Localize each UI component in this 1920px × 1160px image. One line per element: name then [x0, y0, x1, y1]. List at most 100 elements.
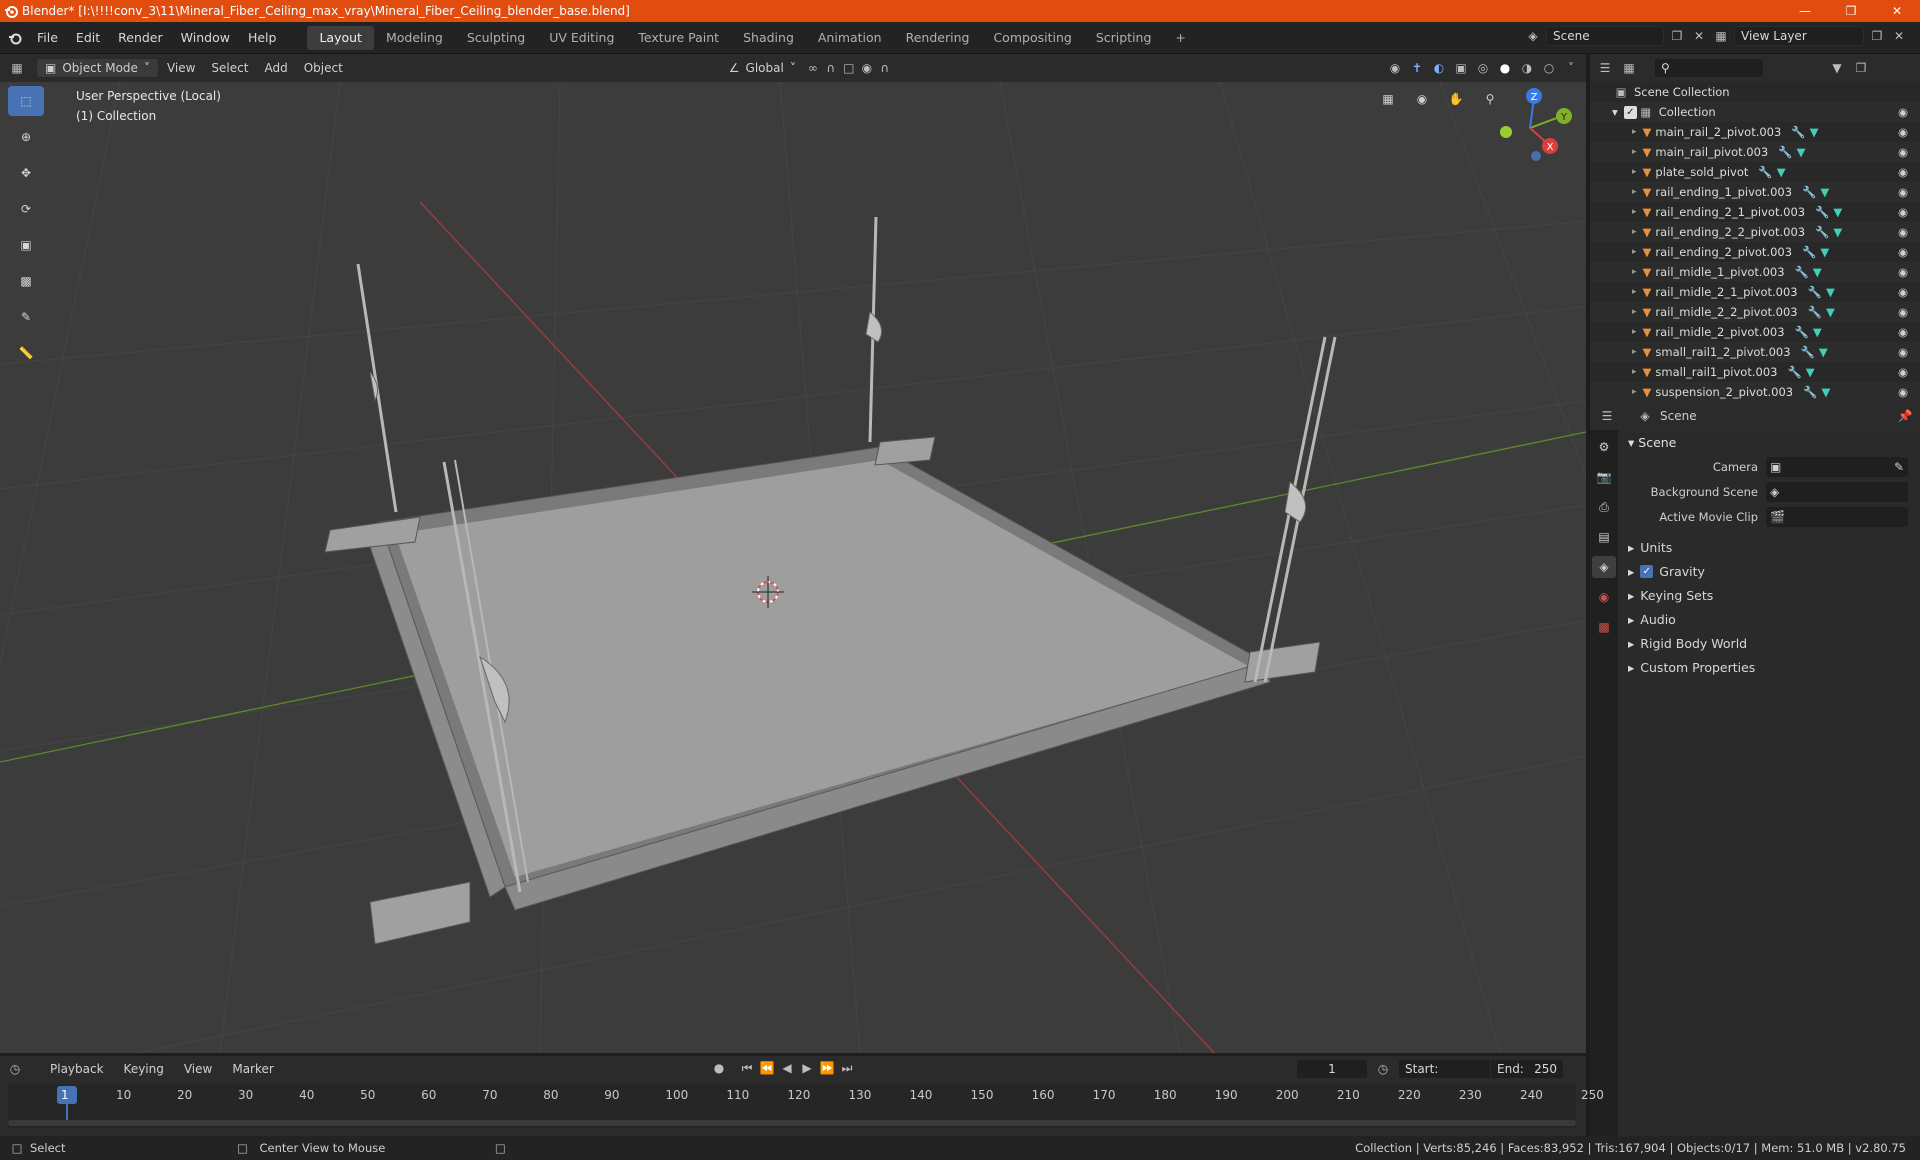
audio-subpanel[interactable]: ▸ Audio [1620, 607, 1920, 631]
chevron-right-icon[interactable]: ▸ [1632, 307, 1637, 317]
tab-scripting[interactable]: Scripting [1084, 26, 1164, 50]
play-icon[interactable]: ▶ [798, 1059, 816, 1077]
chevron-right-icon[interactable]: ▸ [1632, 267, 1637, 277]
end-frame-field[interactable]: End: 250 [1490, 1059, 1564, 1079]
current-frame-field[interactable]: 1 [1296, 1059, 1368, 1079]
scene-tab-icon[interactable]: ◈ [1592, 556, 1616, 578]
mesh-data-icon[interactable]: ▼ [1813, 265, 1822, 279]
select-box-tool-icon[interactable]: ⬚ [8, 86, 44, 116]
chevron-right-icon[interactable]: ▸ [1632, 367, 1637, 377]
menu-view[interactable]: View [159, 58, 203, 78]
eye-icon[interactable]: ◉ [1898, 165, 1908, 179]
proportional-edit-icon[interactable]: ◉ [858, 59, 876, 77]
chevron-right-icon[interactable]: ▸ [1632, 227, 1637, 237]
outliner-object-row[interactable]: ▸ ▼ main_rail_2_pivot.003 🔧 ▼ ◉ [1590, 122, 1920, 142]
chevron-right-icon[interactable]: ▸ [1632, 347, 1637, 357]
gizmo-icon[interactable]: ✝ [1408, 59, 1426, 77]
cursor-tool-icon[interactable]: ⊕ [8, 122, 44, 152]
outliner-object-row[interactable]: ▸ ▼ suspension_2_pivot.003 🔧 ▼ ◉ [1590, 382, 1920, 402]
mesh-data-icon[interactable]: ▼ [1833, 225, 1842, 239]
outliner-object-row[interactable]: ▸ ▼ rail_ending_2_2_pivot.003 🔧 ▼ ◉ [1590, 222, 1920, 242]
overlay-icon[interactable]: ◐ [1430, 59, 1448, 77]
outliner-object-row[interactable]: ▸ ▼ rail_ending_2_1_pivot.003 🔧 ▼ ◉ [1590, 202, 1920, 222]
menu-keying[interactable]: Keying [116, 1059, 172, 1079]
render-tab-icon[interactable]: 📷 [1592, 466, 1616, 488]
scale-tool-icon[interactable]: ▣ [8, 230, 44, 260]
eye-icon[interactable]: ◉ [1898, 185, 1908, 199]
chevron-right-icon[interactable]: ▸ [1632, 247, 1637, 257]
filter-icon[interactable]: ▼ [1828, 59, 1846, 77]
scene-panel-header[interactable]: ▾ Scene [1620, 430, 1920, 454]
wireframe-shading-icon[interactable]: ◎ [1474, 59, 1492, 77]
eyedropper-icon[interactable]: ✎ [1894, 460, 1904, 474]
eye-icon[interactable]: ◉ [1898, 385, 1908, 399]
play-reverse-icon[interactable]: ◀ [778, 1059, 796, 1077]
blender-menu-icon[interactable] [6, 29, 24, 47]
collection-checkbox[interactable]: ✓ [1623, 105, 1637, 119]
ceiling-panel-model[interactable] [324, 216, 1337, 945]
wrench-icon[interactable]: 🔧 [1808, 285, 1822, 299]
outliner-object-row[interactable]: ▸ ▼ plate_sold_pivot 🔧 ▼ ◉ [1590, 162, 1920, 182]
scene-field[interactable]: Scene [1546, 26, 1664, 46]
tab-uv-editing[interactable]: UV Editing [537, 26, 626, 50]
tab-layout[interactable]: Layout [307, 25, 374, 50]
pan-hand-icon[interactable]: ✋ [1443, 86, 1469, 112]
menu-edit[interactable]: Edit [67, 30, 109, 45]
3d-viewport[interactable]: ▦ ▣ Object Mode ˅ View Select Add Object… [0, 54, 1586, 1053]
eye-icon[interactable]: ◉ [1898, 205, 1908, 219]
editor-type-icon[interactable]: ▦ [8, 59, 26, 77]
measure-tool-icon[interactable]: 📏 [8, 338, 44, 368]
eye-icon[interactable]: ◉ [1898, 265, 1908, 279]
properties-editor-icon[interactable]: ☰ [1598, 407, 1616, 425]
world-tab-icon[interactable]: ◉ [1592, 586, 1616, 608]
new-collection-icon[interactable]: ❐ [1852, 59, 1870, 77]
new-view-layer-icon[interactable]: ❐ [1868, 27, 1886, 45]
material-shading-icon[interactable]: ◑ [1518, 59, 1536, 77]
chevron-right-icon[interactable]: ▸ [1632, 187, 1637, 197]
wrench-icon[interactable]: 🔧 [1791, 125, 1805, 139]
prev-keyframe-icon[interactable]: ⏪ [758, 1059, 776, 1077]
outliner-object-row[interactable]: ▸ ▼ main_rail_pivot.003 🔧 ▼ ◉ [1590, 142, 1920, 162]
orientation-gizmo[interactable]: Z Y X [1488, 86, 1572, 170]
texture-tab-icon[interactable]: ▩ [1592, 616, 1616, 638]
mode-dropdown[interactable]: ▣ Object Mode ˅ [36, 58, 159, 78]
delete-scene-icon[interactable]: ✕ [1690, 27, 1708, 45]
mesh-data-icon[interactable]: ▼ [1826, 305, 1835, 319]
eye-icon[interactable]: ◉ [1898, 225, 1908, 239]
keying-sets-subpanel[interactable]: ▸ Keying Sets [1620, 583, 1920, 607]
tab-shading[interactable]: Shading [731, 26, 806, 50]
next-keyframe-icon[interactable]: ⏩ [818, 1059, 836, 1077]
outliner-object-row[interactable]: ▸ ▼ rail_midle_2_1_pivot.003 🔧 ▼ ◉ [1590, 282, 1920, 302]
outliner-object-row[interactable]: ▸ ▼ rail_midle_2_2_pivot.003 🔧 ▼ ◉ [1590, 302, 1920, 322]
view-layer-field[interactable]: View Layer [1734, 26, 1864, 46]
outliner-object-row[interactable]: ▸ ▼ small_rail1_2_pivot.003 🔧 ▼ ◉ [1590, 342, 1920, 362]
jump-start-icon[interactable]: ⏮ [738, 1059, 756, 1077]
outliner-editor-icon[interactable]: ☰ [1596, 59, 1614, 77]
chevron-right-icon[interactable]: ▸ [1632, 147, 1637, 157]
chevron-right-icon[interactable]: ▸ [1632, 387, 1637, 397]
chevron-right-icon[interactable]: ▸ [1632, 207, 1637, 217]
annotate-tool-icon[interactable]: ✎ [8, 302, 44, 332]
menu-select[interactable]: Select [203, 58, 256, 78]
camera-field[interactable]: ▣ ✎ [1766, 456, 1908, 477]
toggle-perspective-icon[interactable]: ▦ [1375, 86, 1401, 112]
minimize-icon[interactable]: — [1782, 0, 1828, 22]
neg-y-axis-icon[interactable] [1500, 126, 1512, 138]
eye-icon[interactable]: ◉ [1898, 145, 1908, 159]
wrench-icon[interactable]: 🔧 [1795, 265, 1809, 279]
scene-collection-row[interactable]: ▣ Scene Collection [1590, 82, 1920, 102]
menu-playback[interactable]: Playback [42, 1059, 112, 1079]
close-icon[interactable]: ✕ [1874, 0, 1920, 22]
chevron-right-icon[interactable]: ▸ [1632, 327, 1637, 337]
tab-animation[interactable]: Animation [806, 26, 894, 50]
gravity-checkbox[interactable]: ✓ [1640, 564, 1654, 578]
menu-object[interactable]: Object [296, 58, 351, 78]
delete-view-layer-icon[interactable]: ✕ [1890, 27, 1908, 45]
eye-icon[interactable]: ◉ [1898, 325, 1908, 339]
output-tab-icon[interactable]: ⎙ [1592, 496, 1616, 518]
mesh-data-icon[interactable]: ▼ [1826, 285, 1835, 299]
wrench-icon[interactable]: 🔧 [1795, 325, 1809, 339]
mesh-data-icon[interactable]: ▼ [1820, 245, 1829, 259]
wrench-icon[interactable]: 🔧 [1802, 185, 1816, 199]
wrench-icon[interactable]: 🔧 [1758, 165, 1772, 179]
